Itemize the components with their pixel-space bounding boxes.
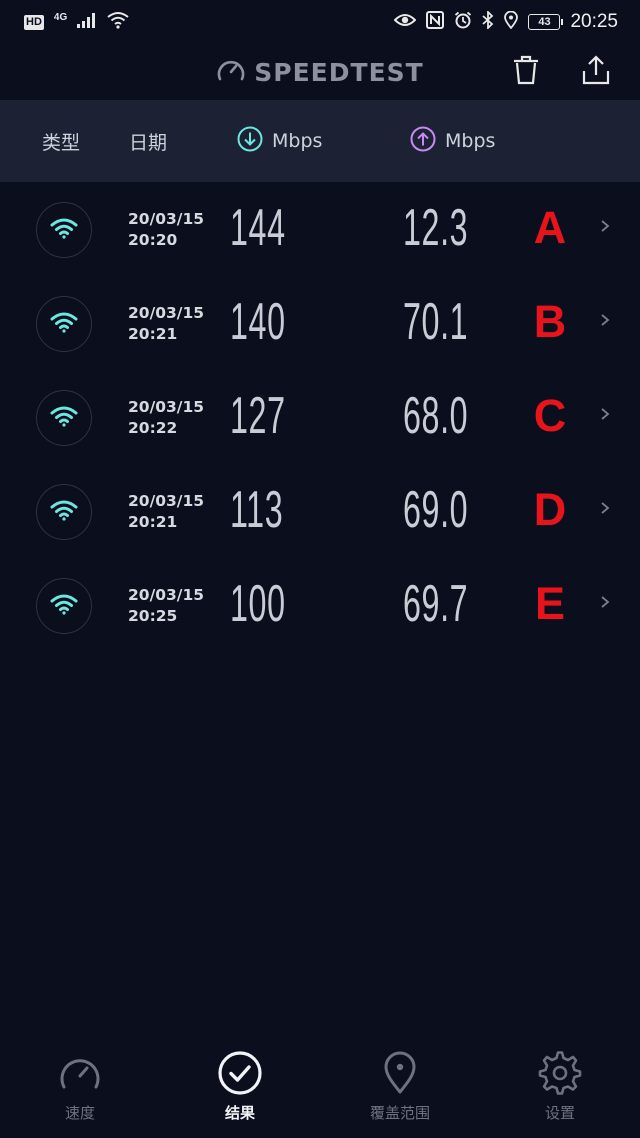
wifi-icon bbox=[50, 499, 78, 525]
nav-speed[interactable]: 速度 bbox=[0, 1040, 160, 1138]
upload-arrow-icon bbox=[410, 126, 436, 157]
battery-indicator: 43 bbox=[528, 14, 564, 30]
column-date[interactable]: 日期 bbox=[129, 100, 167, 182]
status-right: 43 20:25 bbox=[394, 9, 618, 34]
upload-speed: 69.0 bbox=[403, 481, 469, 539]
nav-results[interactable]: 结果 bbox=[160, 1040, 320, 1138]
nav-speed-label: 速度 bbox=[64, 1104, 95, 1122]
result-time: 20:22 bbox=[128, 419, 178, 437]
result-time: 20:21 bbox=[128, 513, 178, 531]
download-speed: 113 bbox=[230, 481, 284, 539]
annotation-letter: C bbox=[533, 390, 567, 441]
annotation-letter: B bbox=[533, 296, 567, 347]
download-arrow-icon bbox=[237, 126, 263, 157]
nfc-icon bbox=[426, 10, 445, 34]
result-row[interactable]: 20/03/15 20:22 127 68.0 C bbox=[0, 370, 640, 464]
hd-badge: HD bbox=[24, 14, 44, 30]
status-left: HD 4G bbox=[24, 11, 129, 34]
result-datetime: 20/03/15 20:25 bbox=[128, 585, 204, 627]
result-row[interactable]: 20/03/15 20:20 144 12.3 A bbox=[0, 182, 640, 276]
result-time: 20:20 bbox=[128, 231, 178, 249]
brand: SPEEDTEST bbox=[216, 57, 423, 87]
app-title: SPEEDTEST bbox=[254, 57, 424, 87]
result-row[interactable]: 20/03/15 20:21 113 69.0 D bbox=[0, 464, 640, 558]
result-date: 20/03/15 bbox=[128, 210, 205, 228]
upload-speed: 69.7 bbox=[403, 575, 469, 633]
nav-results-label: 结果 bbox=[224, 1104, 255, 1122]
wifi-type-badge bbox=[36, 202, 92, 258]
chevron-right-icon bbox=[598, 404, 612, 424]
wifi-icon bbox=[50, 593, 78, 619]
trash-icon bbox=[512, 55, 540, 89]
clock: 20:25 bbox=[570, 11, 618, 32]
location-icon bbox=[504, 10, 519, 34]
download-speed: 100 bbox=[230, 575, 286, 633]
delete-button[interactable] bbox=[510, 55, 542, 89]
nav-coverage[interactable]: 覆盖范围 bbox=[320, 1040, 480, 1138]
result-datetime: 20/03/15 20:21 bbox=[128, 303, 204, 345]
app-header: SPEEDTEST bbox=[0, 44, 640, 100]
chevron-right-icon bbox=[598, 592, 612, 612]
share-icon bbox=[582, 55, 610, 89]
upload-speed: 12.3 bbox=[403, 199, 469, 257]
wifi-type-badge bbox=[36, 484, 92, 540]
alarm-icon bbox=[454, 11, 472, 34]
network-type: 4G bbox=[53, 12, 68, 23]
column-type[interactable]: 类型 bbox=[42, 100, 80, 182]
status-bar: HD 4G 43 20:25 bbox=[0, 0, 640, 44]
annotation-letter: A bbox=[533, 202, 567, 253]
results-list: 20/03/15 20:20 144 12.3 A 20/03/15 20:21 bbox=[0, 182, 640, 652]
download-speed: 127 bbox=[230, 387, 286, 445]
speedometer-logo-icon bbox=[216, 57, 246, 87]
signal-icon bbox=[77, 12, 97, 33]
upload-speed: 68.0 bbox=[403, 387, 469, 445]
upload-unit: Mbps bbox=[445, 130, 496, 152]
column-upload[interactable]: Mbps bbox=[410, 100, 495, 182]
chevron-right-icon bbox=[598, 310, 612, 330]
result-datetime: 20/03/15 20:21 bbox=[128, 491, 204, 533]
nav-coverage-label: 覆盖范围 bbox=[369, 1104, 430, 1122]
map-pin-icon bbox=[377, 1050, 423, 1096]
wifi-type-badge bbox=[36, 390, 92, 446]
wifi-icon bbox=[50, 217, 78, 243]
wifi-icon bbox=[50, 405, 78, 431]
bluetooth-icon bbox=[482, 9, 494, 34]
column-header: 类型 日期 Mbps Mbps bbox=[0, 100, 640, 182]
result-row[interactable]: 20/03/15 20:25 100 69.7 E bbox=[0, 558, 640, 652]
chevron-right-icon bbox=[598, 216, 612, 236]
speedometer-icon bbox=[57, 1050, 103, 1096]
result-date: 20/03/15 bbox=[128, 492, 205, 510]
wifi-icon bbox=[50, 311, 78, 337]
download-speed: 140 bbox=[230, 293, 286, 351]
result-date: 20/03/15 bbox=[128, 304, 205, 322]
bottom-nav: 速度 结果 覆盖范围 设置 bbox=[0, 1040, 640, 1138]
download-speed: 144 bbox=[230, 199, 286, 257]
nav-settings-label: 设置 bbox=[544, 1104, 575, 1122]
chevron-right-icon bbox=[598, 498, 612, 518]
result-time: 20:21 bbox=[128, 325, 178, 343]
download-unit: Mbps bbox=[272, 130, 323, 152]
upload-speed: 70.1 bbox=[403, 293, 469, 351]
gear-icon bbox=[537, 1050, 583, 1096]
check-circle-icon bbox=[217, 1050, 263, 1096]
wifi-type-badge bbox=[36, 296, 92, 352]
result-datetime: 20/03/15 20:22 bbox=[128, 397, 204, 439]
eye-icon bbox=[394, 12, 417, 33]
result-datetime: 20/03/15 20:20 bbox=[128, 209, 204, 251]
result-row[interactable]: 20/03/15 20:21 140 70.1 B bbox=[0, 276, 640, 370]
result-time: 20:25 bbox=[128, 607, 178, 625]
result-date: 20/03/15 bbox=[128, 398, 205, 416]
annotation-letter: E bbox=[534, 578, 565, 629]
wifi-status-icon bbox=[107, 11, 129, 34]
wifi-type-badge bbox=[36, 578, 92, 634]
share-button[interactable] bbox=[580, 55, 612, 89]
result-date: 20/03/15 bbox=[128, 586, 205, 604]
annotation-letter: D bbox=[533, 484, 567, 535]
nav-settings[interactable]: 设置 bbox=[480, 1040, 640, 1138]
column-download[interactable]: Mbps bbox=[237, 100, 322, 182]
